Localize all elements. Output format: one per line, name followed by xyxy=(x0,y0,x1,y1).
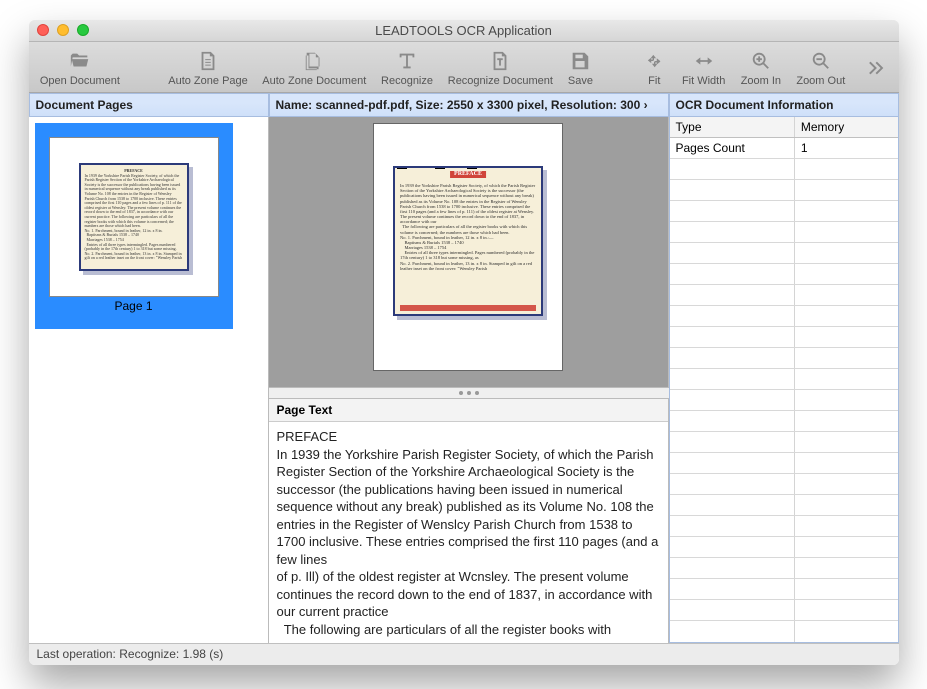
content-area: Document Pages Name: scanned-pdf.pdf, Si… xyxy=(29,93,899,665)
document-info-header: Name: scanned-pdf.pdf, Size: 2550 x 3300… xyxy=(269,93,669,117)
zoom-out-label: Zoom Out xyxy=(796,75,845,87)
auto-zone-document-label: Auto Zone Document xyxy=(262,75,366,87)
fit-icon xyxy=(643,49,665,73)
page-text-content[interactable]: PREFACE In 1939 the Yorkshire Parish Reg… xyxy=(269,422,668,643)
recognize-label: Recognize xyxy=(381,75,433,87)
page-viewer[interactable]: PREFACE In 1939 the Yorkshire Parish Reg… xyxy=(269,117,669,387)
maximize-icon[interactable] xyxy=(77,24,89,36)
document-zone-icon xyxy=(303,49,325,73)
document-info-text: Name: scanned-pdf.pdf, Size: 2550 x 3300… xyxy=(276,98,648,112)
center-column: PREFACE In 1939 the Yorkshire Parish Reg… xyxy=(269,117,669,643)
cell-pages-count-value: 1 xyxy=(795,138,898,158)
save-button[interactable]: Save xyxy=(562,43,599,91)
ocr-info-panel: Type Memory Pages Count 1 xyxy=(669,117,899,643)
zoom-out-icon xyxy=(810,49,832,73)
zoom-in-button[interactable]: Zoom In xyxy=(735,43,787,91)
fit-button[interactable]: Fit xyxy=(636,43,672,91)
status-text: Last operation: Recognize: 1.98 (s) xyxy=(37,647,224,661)
recognize-button[interactable]: Recognize xyxy=(375,43,438,91)
document-pages-header: Document Pages xyxy=(29,93,269,117)
col-type[interactable]: Type xyxy=(670,117,795,137)
horizontal-splitter[interactable] xyxy=(269,387,669,399)
status-bar: Last operation: Recognize: 1.98 (s) xyxy=(29,643,899,665)
save-icon xyxy=(569,49,591,73)
page-thumbnail[interactable]: PREFACE In 1939 the Yorkshire Parish Reg… xyxy=(35,123,233,329)
auto-zone-page-button[interactable]: Auto Zone Page xyxy=(163,43,253,91)
fit-width-label: Fit Width xyxy=(682,75,725,87)
zone-marker xyxy=(435,166,445,169)
page-preview: PREFACE In 1939 the Yorkshire Parish Reg… xyxy=(393,166,543,316)
col-memory[interactable]: Memory xyxy=(795,117,898,137)
zoom-in-label: Zoom In xyxy=(741,75,781,87)
document-pages-panel: PREFACE In 1939 the Yorkshire Parish Reg… xyxy=(29,117,269,643)
recognize-document-button[interactable]: Recognize Document xyxy=(443,43,559,91)
fit-width-button[interactable]: Fit Width xyxy=(676,43,731,91)
table-row[interactable]: Pages Count 1 xyxy=(670,138,898,159)
titlebar: LEADTOOLS OCR Application xyxy=(29,20,899,42)
zone-marker xyxy=(467,166,477,169)
app-window: LEADTOOLS OCR Application Open Document … xyxy=(29,20,899,665)
minimize-icon[interactable] xyxy=(57,24,69,36)
open-document-button[interactable]: Open Document xyxy=(35,43,126,91)
ocr-info-header: OCR Document Information xyxy=(669,93,899,117)
zoom-in-icon xyxy=(750,49,772,73)
chevron-right-double-icon xyxy=(865,56,887,80)
auto-zone-document-button[interactable]: Auto Zone Document xyxy=(257,43,371,91)
fit-width-icon xyxy=(693,49,715,73)
page-zone-icon xyxy=(197,49,219,73)
thumbnail-preview: PREFACE In 1939 the Yorkshire Parish Reg… xyxy=(79,163,189,271)
close-icon[interactable] xyxy=(37,24,49,36)
window-title: LEADTOOLS OCR Application xyxy=(29,23,899,38)
thumbnail-label: Page 1 xyxy=(49,297,219,315)
auto-zone-page-label: Auto Zone Page xyxy=(168,75,248,87)
table-header-row: Type Memory xyxy=(670,117,898,138)
ocr-info-table: Type Memory Pages Count 1 xyxy=(669,117,899,643)
folder-open-icon xyxy=(69,49,91,73)
recognize-document-icon xyxy=(489,49,511,73)
page-text-panel: Page Text PREFACE In 1939 the Yorkshire … xyxy=(269,399,669,643)
toolbar: Open Document Auto Zone Page Auto Zone D… xyxy=(29,42,899,93)
recognize-document-label: Recognize Document xyxy=(448,75,553,87)
zone-marker xyxy=(397,166,407,169)
zoom-out-button[interactable]: Zoom Out xyxy=(791,43,851,91)
page-canvas: PREFACE In 1939 the Yorkshire Parish Reg… xyxy=(373,123,563,371)
cell-pages-count-label: Pages Count xyxy=(670,138,795,158)
toolbar-overflow-button[interactable] xyxy=(859,43,893,91)
preview-highlight-footer xyxy=(400,305,536,311)
window-controls xyxy=(37,24,89,36)
recognize-icon xyxy=(396,49,418,73)
save-label: Save xyxy=(568,75,593,87)
open-document-label: Open Document xyxy=(40,75,120,87)
fit-label: Fit xyxy=(648,75,660,87)
page-text-header: Page Text xyxy=(269,399,668,422)
preview-highlight-title: PREFACE xyxy=(450,171,486,178)
